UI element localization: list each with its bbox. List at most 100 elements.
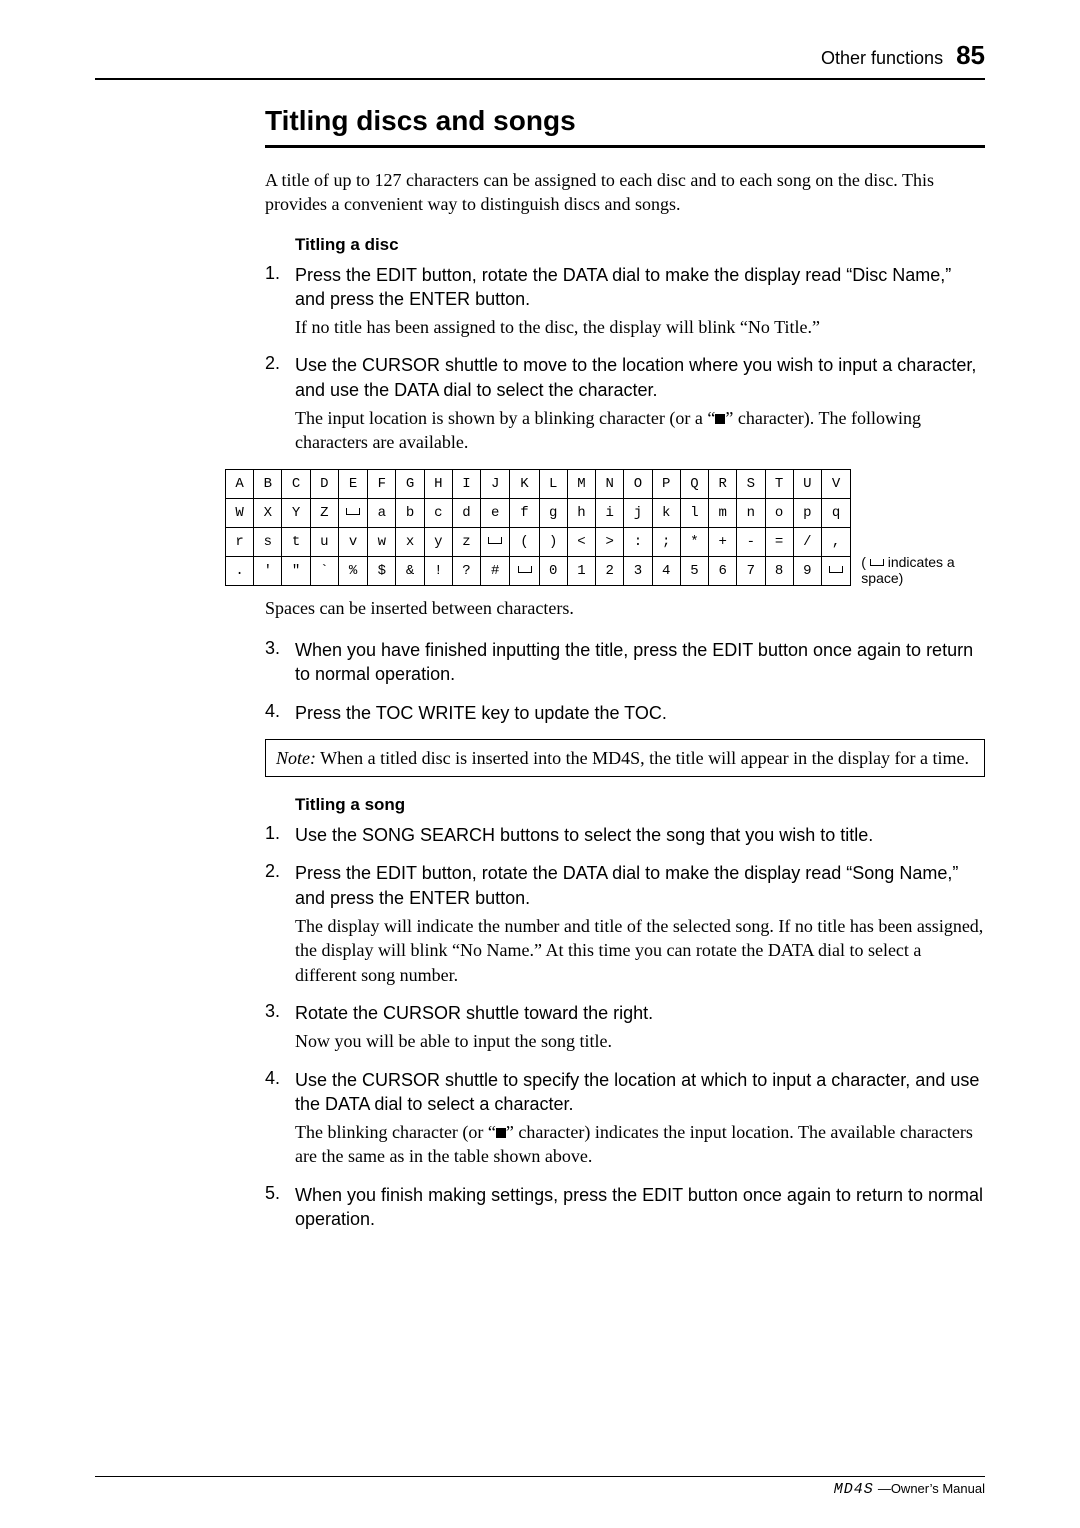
song-step-2: 2. Press the EDIT button, rotate the DAT… bbox=[265, 861, 985, 986]
char-cell: t bbox=[282, 527, 310, 556]
character-table: ABCDEFGHIJKLMNOPQRSTUVWXYZabcdefghijklmn… bbox=[225, 469, 851, 586]
char-cell: ` bbox=[310, 556, 338, 585]
char-cell: B bbox=[254, 469, 282, 498]
char-cell: a bbox=[368, 498, 396, 527]
char-cell: D bbox=[310, 469, 338, 498]
char-cell: e bbox=[481, 498, 510, 527]
char-cell: 9 bbox=[793, 556, 821, 585]
char-cell: A bbox=[226, 469, 254, 498]
note-box: Note: When a titled disc is inserted int… bbox=[265, 739, 985, 777]
char-cell: : bbox=[624, 527, 652, 556]
char-cell: " bbox=[282, 556, 310, 585]
char-cell: x bbox=[396, 527, 424, 556]
char-cell: l bbox=[680, 498, 708, 527]
char-cell: ' bbox=[254, 556, 282, 585]
page-footer: MD4S—Owner’s Manual bbox=[95, 1476, 985, 1498]
char-cell: U bbox=[793, 469, 821, 498]
step-main: Rotate the CURSOR shuttle toward the rig… bbox=[295, 1003, 653, 1023]
char-cell: ! bbox=[424, 556, 452, 585]
char-cell: P bbox=[652, 469, 680, 498]
char-cell bbox=[338, 498, 367, 527]
char-cell: d bbox=[452, 498, 480, 527]
step-main: When you finish making settings, press t… bbox=[295, 1185, 983, 1229]
char-cell: k bbox=[652, 498, 680, 527]
char-cell: V bbox=[821, 469, 850, 498]
char-cell: W bbox=[226, 498, 254, 527]
footer-rule bbox=[95, 1476, 985, 1477]
char-cell: ) bbox=[539, 527, 567, 556]
char-cell: Y bbox=[282, 498, 310, 527]
block-char-icon bbox=[715, 414, 725, 424]
step-main: When you have finished inputting the tit… bbox=[295, 640, 973, 684]
char-cell: F bbox=[368, 469, 396, 498]
content-column: Titling discs and songs A title of up to… bbox=[265, 105, 985, 1245]
char-cell: s bbox=[254, 527, 282, 556]
char-cell: ; bbox=[652, 527, 680, 556]
page-header: Other functions 85 bbox=[821, 40, 985, 71]
disc-step-2: 2. Use the CURSOR shuttle to move to the… bbox=[265, 353, 985, 454]
step-number: 1. bbox=[265, 263, 295, 340]
char-cell: - bbox=[737, 527, 765, 556]
char-cell: T bbox=[765, 469, 793, 498]
char-cell: j bbox=[624, 498, 652, 527]
char-cell: m bbox=[709, 498, 737, 527]
step-body: The display will indicate the number and… bbox=[295, 914, 985, 987]
char-cell: o bbox=[765, 498, 793, 527]
step-number: 2. bbox=[265, 861, 295, 986]
char-cell: I bbox=[452, 469, 480, 498]
char-cell: Z bbox=[310, 498, 338, 527]
char-cell: 2 bbox=[596, 556, 624, 585]
char-cell: 3 bbox=[624, 556, 652, 585]
char-cell: H bbox=[424, 469, 452, 498]
space-glyph-icon bbox=[518, 566, 532, 573]
char-cell: 7 bbox=[737, 556, 765, 585]
char-cell: i bbox=[596, 498, 624, 527]
disc-step-4: 4. Press the TOC WRITE key to update the… bbox=[265, 701, 985, 725]
intro-paragraph: A title of up to 127 characters can be a… bbox=[265, 168, 985, 217]
char-cell: > bbox=[596, 527, 624, 556]
char-cell: w bbox=[368, 527, 396, 556]
char-cell: 6 bbox=[709, 556, 737, 585]
char-cell: % bbox=[338, 556, 367, 585]
disc-step-3: 3. When you have finished inputting the … bbox=[265, 638, 985, 687]
header-rule bbox=[95, 78, 985, 80]
step-number: 5. bbox=[265, 1183, 295, 1232]
space-glyph-icon bbox=[346, 508, 360, 515]
step-main: Use the CURSOR shuttle to specify the lo… bbox=[295, 1070, 979, 1114]
char-cell: K bbox=[510, 469, 539, 498]
char-cell: n bbox=[737, 498, 765, 527]
after-table-text: Spaces can be inserted between character… bbox=[265, 596, 985, 620]
char-cell: u bbox=[310, 527, 338, 556]
step-number: 2. bbox=[265, 353, 295, 454]
char-cell bbox=[510, 556, 539, 585]
section-name: Other functions bbox=[821, 48, 943, 68]
step-number: 1. bbox=[265, 823, 295, 847]
char-cell: z bbox=[452, 527, 480, 556]
char-cell: h bbox=[567, 498, 595, 527]
char-cell: < bbox=[567, 527, 595, 556]
disc-step-1: 1. Press the EDIT button, rotate the DAT… bbox=[265, 263, 985, 340]
step-main: Use the SONG SEARCH buttons to select th… bbox=[295, 825, 873, 845]
page-number: 85 bbox=[956, 40, 985, 70]
char-cell: r bbox=[226, 527, 254, 556]
char-cell: J bbox=[481, 469, 510, 498]
char-cell: * bbox=[680, 527, 708, 556]
space-glyph-icon bbox=[870, 559, 884, 566]
step-main: Use the CURSOR shuttle to move to the lo… bbox=[295, 355, 976, 399]
char-cell: g bbox=[539, 498, 567, 527]
subheading-song: Titling a song bbox=[295, 795, 985, 815]
char-cell: $ bbox=[368, 556, 396, 585]
step-main: Press the EDIT button, rotate the DATA d… bbox=[295, 863, 958, 907]
char-cell: 5 bbox=[680, 556, 708, 585]
step-main: Press the EDIT button, rotate the DATA d… bbox=[295, 265, 951, 309]
char-cell: N bbox=[596, 469, 624, 498]
char-cell: Q bbox=[680, 469, 708, 498]
char-cell: O bbox=[624, 469, 652, 498]
step-main: Press the TOC WRITE key to update the TO… bbox=[295, 703, 667, 723]
footer-model: MD4S bbox=[834, 1481, 874, 1498]
song-step-3: 3. Rotate the CURSOR shuttle toward the … bbox=[265, 1001, 985, 1054]
character-table-note: ( indicates a space) bbox=[861, 554, 985, 586]
step-number: 3. bbox=[265, 638, 295, 687]
char-cell: q bbox=[821, 498, 850, 527]
song-step-1: 1. Use the SONG SEARCH buttons to select… bbox=[265, 823, 985, 847]
